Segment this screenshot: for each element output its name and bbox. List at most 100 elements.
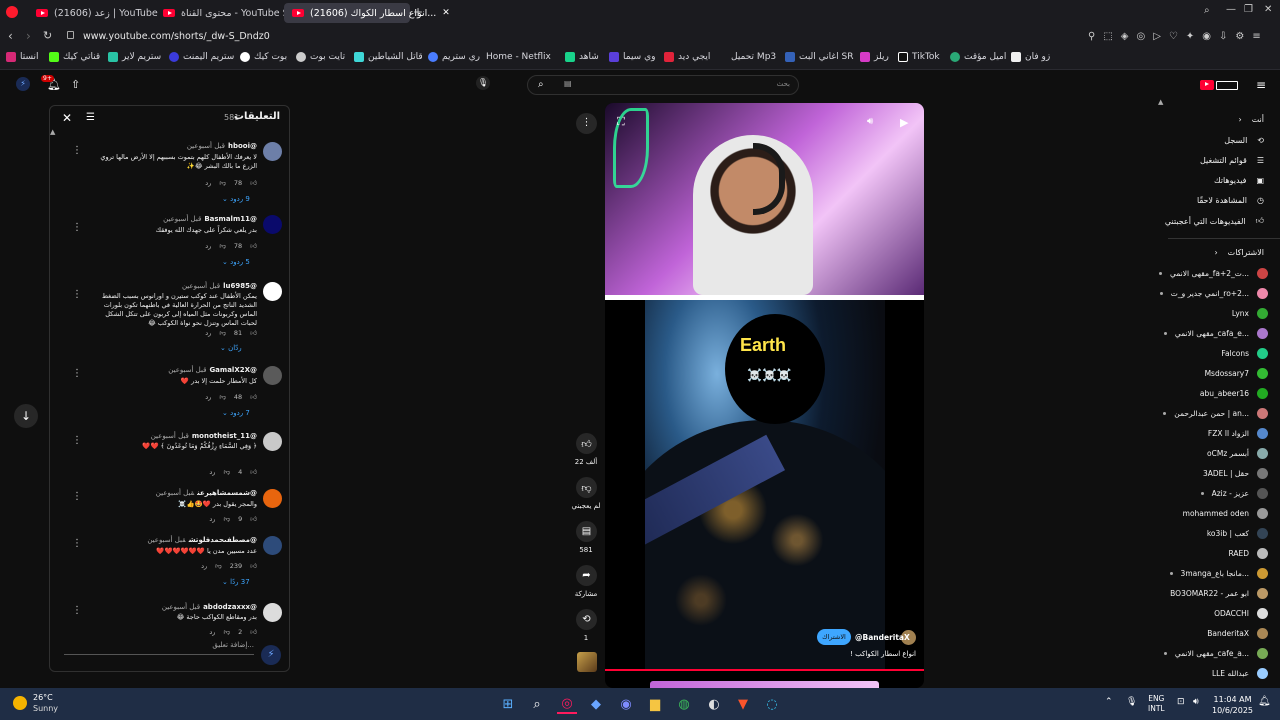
comment-author[interactable]: @Basmalm11قبل أسبوعين bbox=[163, 215, 257, 223]
fullscreen-icon[interactable]: ⛶ bbox=[617, 115, 625, 129]
short-more-options-icon[interactable]: ⋮ bbox=[576, 113, 597, 134]
camera-icon[interactable]: ◎ bbox=[1136, 31, 1145, 42]
bookmark-element[interactable]: ستريم اليمنت bbox=[169, 52, 234, 62]
dislike-icon[interactable]: 👎︎ bbox=[223, 468, 230, 476]
bookmark-egydead[interactable]: ايجي ديد bbox=[664, 52, 710, 62]
forward-icon[interactable]: › bbox=[26, 29, 31, 43]
obs-icon[interactable]: ◐ bbox=[704, 694, 724, 714]
create-icon[interactable]: ⇧ bbox=[71, 78, 80, 91]
sidebar-subscription[interactable]: BO3OMAR22 - ابو عمر bbox=[1170, 588, 1268, 599]
screenshot-icon[interactable]: ⬚ bbox=[1103, 31, 1112, 42]
mic-icon[interactable]: 🎙︎ bbox=[1126, 697, 1137, 707]
comment-author[interactable]: @hbooiقبل أسبوعين bbox=[187, 142, 257, 150]
live-chat-icon[interactable]: ⚡ bbox=[261, 645, 281, 665]
reply-button[interactable]: رد bbox=[205, 329, 211, 337]
youtube-logo[interactable] bbox=[1200, 80, 1238, 90]
sidebar-subscription[interactable]: Falcons bbox=[1221, 348, 1268, 359]
start-icon[interactable]: ⊞ bbox=[498, 694, 518, 714]
scroll-up-icon[interactable]: ▲ bbox=[50, 128, 55, 136]
short-player[interactable]: ⛶ 🔊︎ ▶ Earth ☠️☠️☠️ @BanderitaX الاشتراك… bbox=[605, 103, 924, 688]
progress-bar[interactable] bbox=[605, 669, 924, 671]
dislike-icon[interactable]: 👎︎ bbox=[219, 179, 226, 187]
like-icon[interactable]: 👍︎ bbox=[250, 562, 257, 570]
clock[interactable]: 11:04 AM 10/6/2025 bbox=[1212, 694, 1253, 716]
replies-toggle[interactable]: 37 ردًا ⌄ bbox=[222, 578, 250, 586]
dislike-icon[interactable]: 👎︎ bbox=[219, 393, 226, 401]
reply-button[interactable]: رد bbox=[209, 468, 215, 476]
app-icon[interactable]: ◆ bbox=[586, 694, 606, 714]
comment-author[interactable]: @شمسمشاهيرعنقبل أسبوعين bbox=[156, 489, 257, 497]
keyboard-icon[interactable]: ▤ bbox=[564, 79, 572, 88]
search-box[interactable]: ⌕ ▤ بحث bbox=[527, 75, 799, 95]
like-button[interactable]: 👍︎ bbox=[576, 433, 597, 454]
reply-button[interactable]: رد bbox=[209, 515, 215, 523]
subscribe-button[interactable]: الاشتراك bbox=[817, 629, 851, 645]
bookmark-stream[interactable]: ستريم لاير bbox=[108, 52, 161, 62]
replies-toggle[interactable]: 5 ردود ⌄ bbox=[222, 258, 250, 266]
sidebar-item-watch-later[interactable]: ◷ المشاهدة لاحقًا bbox=[1197, 196, 1264, 205]
settings-icon[interactable]: ⚙ bbox=[1235, 31, 1244, 42]
like-icon[interactable]: 👍︎ bbox=[250, 329, 257, 337]
remix-button[interactable]: ⟲ bbox=[576, 609, 597, 630]
dislike-icon[interactable]: 👎︎ bbox=[223, 515, 230, 523]
voice-search-icon[interactable]: 🎙︎ bbox=[476, 76, 490, 90]
url-field[interactable]: www.youtube.com/shorts/_dw-S_Dndz0 bbox=[83, 31, 270, 42]
sidebar-subscription[interactable]: oCMz أبسمر bbox=[1207, 448, 1268, 459]
weather-icon[interactable] bbox=[13, 696, 27, 710]
sidebar-subscription[interactable]: مقهى الانمي_fa+2_ت... bbox=[1159, 268, 1268, 279]
like-icon[interactable]: 👍︎ bbox=[250, 393, 257, 401]
search-icon[interactable]: ⌕ bbox=[527, 694, 547, 714]
avatar[interactable] bbox=[263, 489, 282, 508]
comments-button[interactable]: ▤ bbox=[576, 521, 597, 542]
sidebar-item-liked[interactable]: 👍︎ الفيديوهات التي أعجبتني bbox=[1165, 216, 1264, 226]
more-options-icon[interactable]: ⋮ bbox=[72, 539, 82, 549]
sidebar-subscription[interactable]: ODACCHI bbox=[1214, 608, 1268, 619]
tab-youtube[interactable]: (21606) زعد | YouTube bbox=[28, 3, 158, 23]
bookmark-songs[interactable]: اغاني البت SR bbox=[785, 52, 853, 62]
like-icon[interactable]: 👍︎ bbox=[250, 242, 257, 250]
brave-icon[interactable]: ▼ bbox=[733, 694, 753, 714]
replies-toggle[interactable]: 7 ردود ⌄ bbox=[222, 409, 250, 417]
bookmark-restream[interactable]: ري ستريم bbox=[428, 52, 480, 62]
reply-button[interactable]: رد bbox=[209, 628, 215, 636]
comment-author[interactable]: @GamalX2Xقبل أسبوعين bbox=[168, 366, 257, 374]
reply-button[interactable]: رد bbox=[201, 562, 207, 570]
weather-temp[interactable]: 26°C bbox=[33, 693, 53, 702]
scroll-down-button[interactable]: ↓ bbox=[14, 404, 38, 428]
sidebar-item-history[interactable]: ⟲ السجل bbox=[1224, 136, 1264, 145]
chrome-icon[interactable]: ◍ bbox=[674, 694, 694, 714]
avatar[interactable] bbox=[263, 366, 282, 385]
edge-icon[interactable]: ◌ bbox=[762, 694, 782, 714]
notification-center-icon[interactable]: 🔔︎ bbox=[1258, 696, 1271, 707]
more-options-icon[interactable]: ⋮ bbox=[72, 369, 82, 379]
bookmark-mp3[interactable]: تحميل Mp3 bbox=[731, 52, 776, 62]
mute-icon[interactable]: 🔊︎ bbox=[867, 116, 873, 127]
tab-shorts-active[interactable]: (21606) انواع اسطار الكواك... ✕ bbox=[284, 3, 450, 23]
sort-comments-icon[interactable]: ☰ bbox=[86, 112, 95, 123]
volume-icon[interactable]: 🔊︎ bbox=[1193, 697, 1199, 707]
dislike-icon[interactable]: 👎︎ bbox=[219, 242, 226, 250]
avatar[interactable] bbox=[263, 432, 282, 451]
search-tabs-icon[interactable]: ⌕ bbox=[1204, 5, 1210, 16]
bookmark-temp-mail[interactable]: اميل مؤقت bbox=[950, 52, 1006, 62]
dislike-button[interactable]: 👎︎ bbox=[576, 477, 597, 498]
channel-name[interactable]: @BanderitaX bbox=[855, 633, 910, 642]
dislike-icon[interactable]: 👎︎ bbox=[219, 329, 226, 337]
dislike-icon[interactable]: 👎︎ bbox=[223, 628, 230, 636]
pin-icon[interactable]: ⚲ bbox=[1088, 31, 1095, 42]
network-icon[interactable]: ⊡ bbox=[1177, 697, 1185, 707]
sidebar-subs-header[interactable]: الاشتراكات ‹ bbox=[1214, 248, 1264, 257]
play-icon[interactable]: ▶ bbox=[900, 116, 908, 129]
sidebar-subscription[interactable]: مقهى الانمي_cafa_e... bbox=[1163, 328, 1268, 339]
minimize-icon[interactable]: — bbox=[1226, 4, 1236, 15]
dislike-icon[interactable]: 👎︎ bbox=[215, 562, 222, 570]
sidebar-you-header[interactable]: أنت ‹ bbox=[1238, 115, 1264, 124]
tray-chevron-icon[interactable]: ⌃ bbox=[1105, 697, 1113, 707]
like-icon[interactable]: 👍︎ bbox=[250, 515, 257, 523]
comment-author[interactable]: @lu6985قبل أسبوعين bbox=[182, 282, 257, 290]
sidebar-subscription[interactable]: انمي جدير و_ت_ro+2... bbox=[1159, 288, 1268, 299]
more-options-icon[interactable]: ⋮ bbox=[72, 436, 82, 446]
bookmark-kick-bot[interactable]: بوت كيك bbox=[240, 52, 287, 62]
guide-menu-icon[interactable]: ≡ bbox=[1256, 78, 1266, 92]
sidebar-subscription[interactable]: Aziz - عزيز bbox=[1200, 488, 1268, 499]
